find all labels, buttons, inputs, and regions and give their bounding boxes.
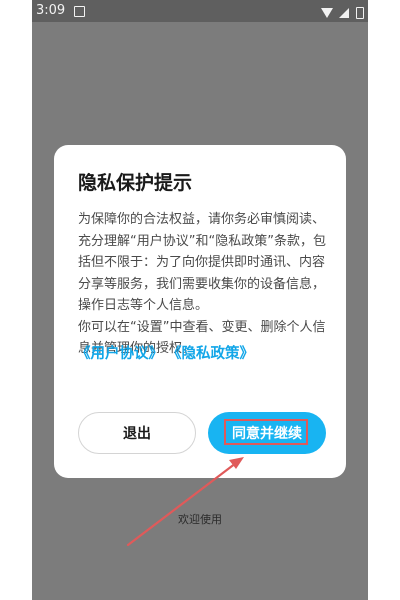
dialog-body: 为保障你的合法权益，请你务必审慎阅读、充分理解“用户协议”和“隐私政策”条款，包… bbox=[78, 209, 326, 360]
agree-continue-button[interactable]: 同意并继续 bbox=[208, 412, 326, 454]
agree-button-label: 同意并继续 bbox=[232, 426, 302, 442]
user-agreement-link[interactable]: 《用户协议》 bbox=[76, 346, 163, 362]
battery-icon bbox=[356, 6, 364, 19]
status-time: 3:09 bbox=[36, 3, 66, 18]
policy-links: 《用户协议》 《隐私政策》 bbox=[76, 342, 254, 363]
dialog-title: 隐私保护提示 bbox=[78, 172, 193, 194]
privacy-dialog: 隐私保护提示 为保障你的合法权益，请你务必审慎阅读、充分理解“用户协议”和“隐私… bbox=[54, 145, 346, 478]
signal-icon bbox=[338, 7, 349, 18]
wifi-icon bbox=[320, 7, 333, 18]
status-bar: 3:09 bbox=[32, 0, 368, 22]
notification-icon bbox=[74, 6, 85, 17]
dialog-paragraph-1: 为保障你的合法权益，请你务必审慎阅读、充分理解“用户协议”和“隐私政策”条款，包… bbox=[78, 212, 326, 313]
app-screen: 3:09 隐私保护提示 为保障你的合法权益，请你务必审慎阅读、充分理解“用户协议… bbox=[32, 0, 368, 600]
welcome-text: 欢迎使用 bbox=[178, 513, 222, 526]
status-icons bbox=[320, 5, 364, 19]
exit-button[interactable]: 退出 bbox=[78, 412, 196, 454]
privacy-policy-link[interactable]: 《隐私政策》 bbox=[167, 346, 254, 362]
